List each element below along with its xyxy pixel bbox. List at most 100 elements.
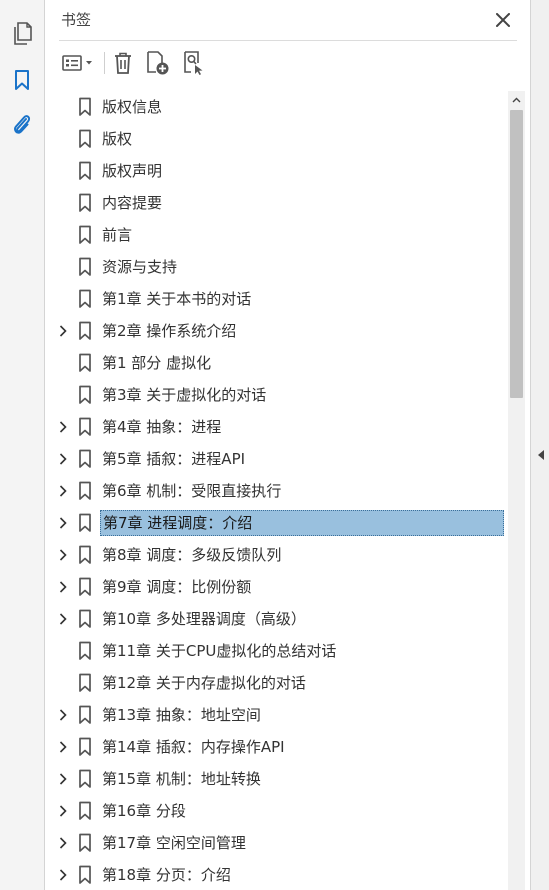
bookmark-item[interactable]: 第13章 抽象：地址空间 bbox=[45, 699, 509, 731]
attachments-button[interactable] bbox=[0, 107, 44, 143]
trash-icon bbox=[115, 52, 131, 74]
bookmark-icon bbox=[78, 737, 92, 757]
bookmark-item[interactable]: 第4章 抽象：进程 bbox=[45, 411, 509, 443]
bookmarks-toolbar bbox=[45, 44, 530, 82]
bookmark-label[interactable]: 第3章 关于虚拟化的对话 bbox=[100, 383, 268, 407]
bookmark-item[interactable]: 第18章 分页：介绍 bbox=[45, 859, 509, 890]
bookmark-item[interactable]: 版权信息 bbox=[45, 91, 509, 123]
bookmark-label[interactable]: 第9章 调度：比例份额 bbox=[100, 575, 253, 599]
bookmark-icon bbox=[78, 641, 92, 661]
expand-chevron-icon[interactable] bbox=[55, 515, 71, 531]
bookmark-item[interactable]: 版权 bbox=[45, 123, 509, 155]
vertical-scrollbar[interactable] bbox=[508, 91, 525, 890]
bookmark-item[interactable]: 第11章 关于CPU虚拟化的总结对话 bbox=[45, 635, 509, 667]
expand-chevron-icon[interactable] bbox=[55, 803, 71, 819]
bookmark-item[interactable]: 第2章 操作系统介绍 bbox=[45, 315, 509, 347]
bookmark-tree: 版权信息版权版权声明内容提要前言资源与支持第1章 关于本书的对话 第2章 操作系统… bbox=[45, 91, 509, 890]
bookmark-label[interactable]: 版权 bbox=[100, 127, 134, 151]
close-panel-button[interactable] bbox=[491, 8, 515, 32]
bookmark-label[interactable]: 第7章 进程调度：介绍 bbox=[100, 510, 504, 536]
bookmark-icon bbox=[78, 225, 92, 245]
paperclip-icon bbox=[14, 115, 31, 134]
scroll-up-button[interactable] bbox=[508, 91, 525, 108]
bookmark-label[interactable]: 第1 部分 虚拟化 bbox=[100, 351, 213, 375]
bookmark-label[interactable]: 资源与支持 bbox=[100, 255, 179, 279]
header-divider bbox=[59, 40, 517, 41]
expand-chevron-icon[interactable] bbox=[55, 739, 71, 755]
delete-bookmark-button[interactable] bbox=[110, 49, 136, 77]
expand-chevron-icon[interactable] bbox=[55, 419, 71, 435]
bookmark-label[interactable]: 第17章 空闲空间管理 bbox=[100, 831, 248, 855]
bookmark-label[interactable]: 第11章 关于CPU虚拟化的总结对话 bbox=[100, 639, 338, 663]
bookmark-label[interactable]: 第1章 关于本书的对话 bbox=[100, 287, 253, 311]
pages-icon bbox=[14, 22, 32, 45]
bookmark-item[interactable]: 版权声明 bbox=[45, 155, 509, 187]
bookmark-item[interactable]: 第1章 关于本书的对话 bbox=[45, 283, 509, 315]
bookmark-label[interactable]: 第6章 机制：受限直接执行 bbox=[100, 479, 283, 503]
bookmark-icon bbox=[78, 673, 92, 693]
find-current-bookmark-button[interactable] bbox=[180, 49, 208, 77]
expand-chevron-icon[interactable] bbox=[55, 547, 71, 563]
add-bookmark-icon bbox=[147, 51, 169, 75]
bookmark-icon bbox=[78, 449, 92, 469]
expand-chevron-icon[interactable] bbox=[55, 771, 71, 787]
bookmark-label[interactable]: 第8章 调度：多级反馈队列 bbox=[100, 543, 283, 567]
bookmark-item[interactable]: 内容提要 bbox=[45, 187, 509, 219]
bookmarks-panel: 书签 版权信息 版权 版权声明 内容提要 前言 资源与支持 第1章 关于本书的对… bbox=[45, 0, 530, 890]
expand-chevron-icon[interactable] bbox=[55, 483, 71, 499]
bookmark-icon bbox=[78, 833, 92, 853]
bookmark-item[interactable]: 第5章 插叙：进程API bbox=[45, 443, 509, 475]
page-thumbnails-button[interactable] bbox=[0, 16, 44, 52]
bookmark-label[interactable]: 第15章 机制：地址转换 bbox=[100, 767, 263, 791]
expand-chevron-icon[interactable] bbox=[55, 707, 71, 723]
options-menu-button[interactable] bbox=[59, 49, 97, 77]
bookmark-label[interactable]: 第10章 多处理器调度（高级） bbox=[100, 607, 308, 631]
bookmark-item[interactable]: 第12章 关于内存虚拟化的对话 bbox=[45, 667, 509, 699]
bookmark-icon bbox=[78, 801, 92, 821]
bookmark-label[interactable]: 第5章 插叙：进程API bbox=[100, 447, 247, 471]
expand-chevron-icon[interactable] bbox=[55, 451, 71, 467]
expand-chevron-icon[interactable] bbox=[55, 579, 71, 595]
bookmark-item[interactable]: 第10章 多处理器调度（高级） bbox=[45, 603, 509, 635]
bookmark-icon bbox=[78, 289, 92, 309]
bookmark-icon bbox=[78, 97, 92, 117]
bookmark-icon bbox=[78, 513, 92, 533]
bookmark-item[interactable]: 第14章 插叙：内存操作API bbox=[45, 731, 509, 763]
bookmark-label[interactable]: 内容提要 bbox=[100, 191, 164, 215]
bookmark-label[interactable]: 第13章 抽象：地址空间 bbox=[100, 703, 263, 727]
new-bookmark-button[interactable] bbox=[144, 49, 172, 77]
bookmark-item[interactable]: 第15章 机制：地址转换 bbox=[45, 763, 509, 795]
expand-chevron-icon[interactable] bbox=[55, 867, 71, 883]
bookmark-item[interactable]: 第17章 空闲空间管理 bbox=[45, 827, 509, 859]
expand-chevron-icon[interactable] bbox=[55, 323, 71, 339]
navigation-rail bbox=[0, 0, 45, 890]
bookmark-item[interactable]: 第7章 进程调度：介绍 bbox=[45, 507, 509, 539]
bookmark-label[interactable]: 第16章 分段 bbox=[100, 799, 188, 823]
expand-chevron-icon[interactable] bbox=[55, 611, 71, 627]
bookmark-item[interactable]: 第3章 关于虚拟化的对话 bbox=[45, 379, 509, 411]
bookmark-item[interactable]: 前言 bbox=[45, 219, 509, 251]
bookmark-label[interactable]: 第4章 抽象：进程 bbox=[100, 415, 223, 439]
bookmark-label[interactable]: 第14章 插叙：内存操作API bbox=[100, 735, 287, 759]
bookmark-item[interactable]: 第8章 调度：多级反馈队列 bbox=[45, 539, 509, 571]
bookmark-label[interactable]: 第18章 分页：介绍 bbox=[100, 863, 233, 887]
bookmark-label[interactable]: 第12章 关于内存虚拟化的对话 bbox=[100, 671, 308, 695]
bookmark-item[interactable]: 第9章 调度：比例份额 bbox=[45, 571, 509, 603]
bookmark-item[interactable]: 第1 部分 虚拟化 bbox=[45, 347, 509, 379]
scrollbar-thumb[interactable] bbox=[510, 110, 523, 398]
bookmark-item[interactable]: 资源与支持 bbox=[45, 251, 509, 283]
panel-header: 书签 bbox=[45, 0, 530, 40]
bookmark-label[interactable]: 前言 bbox=[100, 223, 134, 247]
bookmark-icon bbox=[78, 353, 92, 373]
bookmark-icon bbox=[78, 417, 92, 437]
expand-chevron-icon[interactable] bbox=[55, 835, 71, 851]
bookmarks-rail-button[interactable] bbox=[0, 62, 44, 98]
bookmark-item[interactable]: 第16章 分段 bbox=[45, 795, 509, 827]
collapse-arrow-icon[interactable] bbox=[537, 449, 545, 461]
bookmark-label[interactable]: 版权信息 bbox=[100, 95, 164, 119]
bookmark-label[interactable]: 第2章 操作系统介绍 bbox=[100, 319, 238, 343]
bookmark-item[interactable]: 第6章 机制：受限直接执行 bbox=[45, 475, 509, 507]
bookmark-icon bbox=[78, 769, 92, 789]
pane-splitter[interactable] bbox=[530, 0, 549, 890]
bookmark-label[interactable]: 版权声明 bbox=[100, 159, 164, 183]
